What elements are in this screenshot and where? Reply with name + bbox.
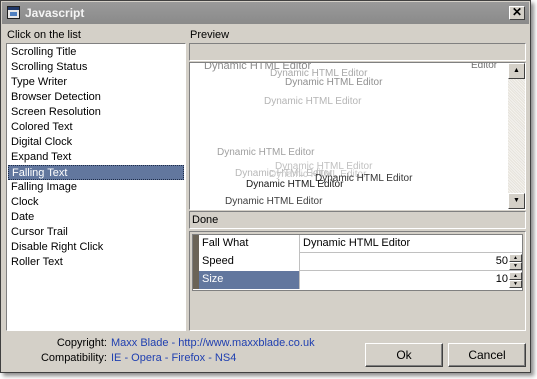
property-key: Fall What xyxy=(199,235,300,253)
preview-pane: Dynamic HTML Editor Dynamic HTML Editor … xyxy=(189,62,526,210)
window-title: Javascript xyxy=(25,6,85,20)
list-item[interactable]: Falling Image xyxy=(8,180,184,195)
list-item[interactable]: Screen Resolution xyxy=(8,105,184,120)
list-item[interactable]: Browser Detection xyxy=(8,90,184,105)
list-item[interactable]: Clock xyxy=(8,195,184,210)
speed-stepper[interactable]: ▲ ▼ xyxy=(509,254,522,270)
preview-text: Dynamic HTML Editor xyxy=(285,77,383,88)
spin-down-icon[interactable]: ▼ xyxy=(509,280,522,288)
preview-text: Dynamic HTML Editor xyxy=(225,196,323,207)
spin-up-icon[interactable]: ▲ xyxy=(509,254,522,262)
list-item[interactable]: Cursor Trail xyxy=(8,225,184,240)
cancel-button[interactable]: Cancel xyxy=(448,343,526,367)
arrow-down-icon: ▼ xyxy=(513,197,520,204)
list-item[interactable]: Scrolling Title xyxy=(8,45,184,60)
property-row-selected[interactable]: Size 10 ▲ ▼ xyxy=(193,271,522,289)
preview-text: Dynamic HTML Editor xyxy=(246,179,344,190)
arrow-up-icon: ▲ xyxy=(513,67,520,74)
javascript-dialog: Javascript ✕ Click on the list Preview S… xyxy=(0,0,531,373)
list-item[interactable]: Disable Right Click xyxy=(8,240,184,255)
list-item-selected[interactable]: Falling Text xyxy=(8,165,184,180)
list-item[interactable]: Scrolling Status xyxy=(8,60,184,75)
list-item[interactable]: Date xyxy=(8,210,184,225)
list-heading: Click on the list xyxy=(7,29,81,41)
compatibility-value: IE - Opera - Firefox - NS4 xyxy=(111,352,237,364)
properties-panel: Fall What Dynamic HTML Editor Speed 50 ▲… xyxy=(189,231,526,331)
property-key: Speed xyxy=(199,253,300,271)
speed-input[interactable]: 50 xyxy=(301,253,511,271)
spin-down-icon[interactable]: ▼ xyxy=(509,262,522,270)
preview-scrollbar[interactable]: ▲ ▼ xyxy=(508,63,525,209)
scroll-up-button[interactable]: ▲ xyxy=(508,63,525,79)
preview-heading: Preview xyxy=(190,29,230,41)
preview-toolbar-strip xyxy=(189,43,526,61)
list-item[interactable]: Digital Clock xyxy=(8,135,184,150)
app-window-icon xyxy=(7,6,20,19)
size-stepper[interactable]: ▲ ▼ xyxy=(509,272,522,288)
status-bar: Done xyxy=(189,211,526,229)
copyright-link[interactable]: Maxx Blade - http://www.maxxblade.co.uk xyxy=(111,337,315,349)
properties-grid: Fall What Dynamic HTML Editor Speed 50 ▲… xyxy=(192,234,523,291)
property-row[interactable]: Speed 50 ▲ ▼ xyxy=(193,253,522,271)
ok-button[interactable]: Ok xyxy=(365,343,443,367)
fall-what-input[interactable]: Dynamic HTML Editor xyxy=(301,235,507,253)
list-item[interactable]: Expand Text xyxy=(8,150,184,165)
property-row[interactable]: Fall What Dynamic HTML Editor xyxy=(193,235,522,253)
close-icon: ✕ xyxy=(511,5,523,19)
compatibility-label: Compatibility: xyxy=(40,352,107,364)
title-bar[interactable]: Javascript ✕ xyxy=(2,2,529,24)
preview-text: Dynamic HTML Editor xyxy=(217,147,315,158)
copyright-label: Copyright: xyxy=(56,337,107,349)
preview-text: Editor xyxy=(471,62,498,71)
spin-up-icon[interactable]: ▲ xyxy=(509,272,522,280)
list-item[interactable]: Colored Text xyxy=(8,120,184,135)
property-key: Size xyxy=(199,271,300,289)
close-button[interactable]: ✕ xyxy=(509,6,525,20)
scroll-down-button[interactable]: ▼ xyxy=(508,193,525,209)
list-item[interactable]: Type Writer xyxy=(8,75,184,90)
size-input[interactable]: 10 xyxy=(301,271,511,289)
preview-text: Dynamic HTML Editor xyxy=(264,96,362,107)
script-list[interactable]: Scrolling Title Scrolling Status Type Wr… xyxy=(6,43,186,331)
list-item[interactable]: Roller Text xyxy=(8,255,184,270)
